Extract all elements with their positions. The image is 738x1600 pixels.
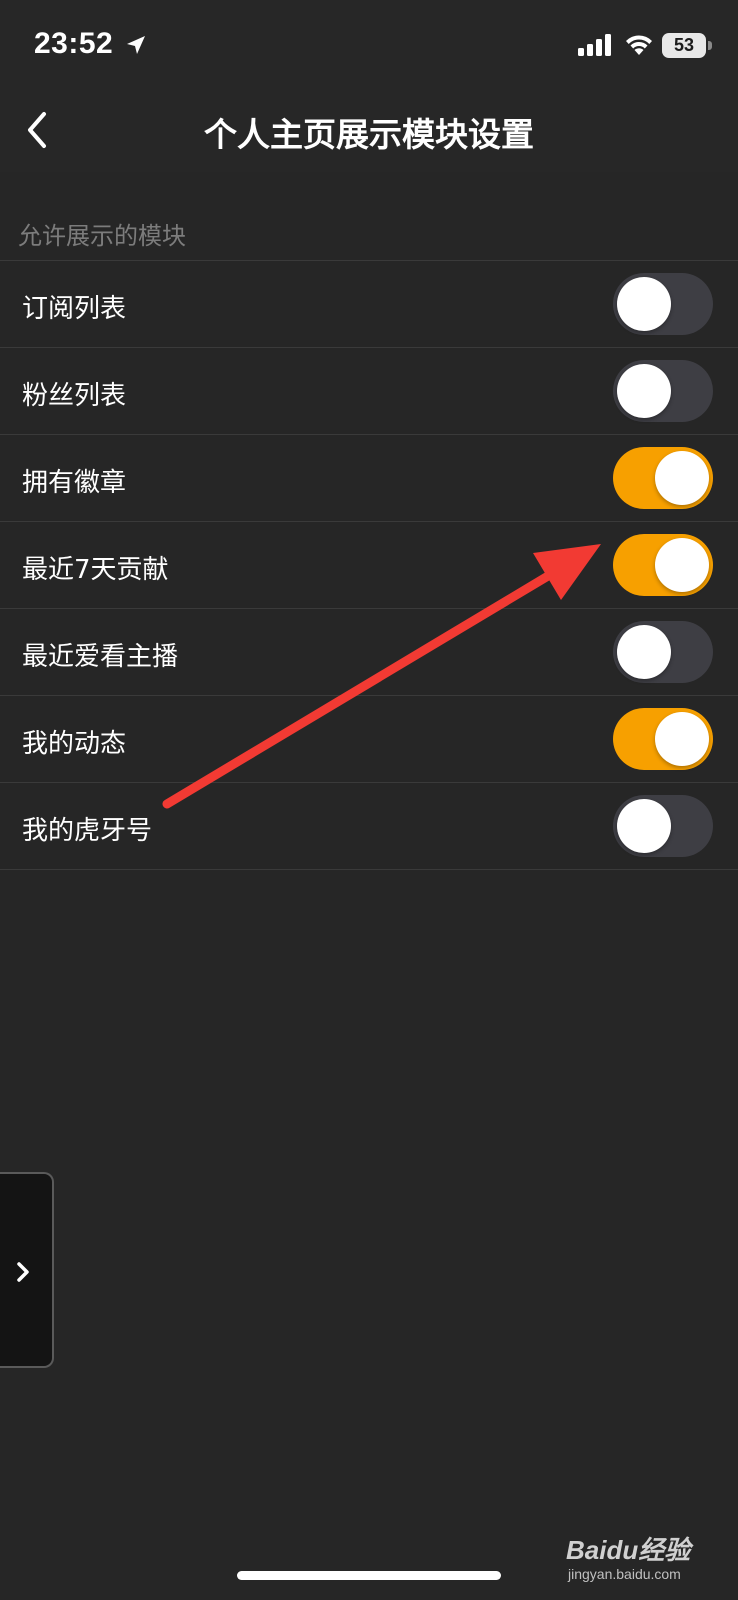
module-label: 我的动态 [22,729,127,759]
watermark: Baidu经验 jingyan.baidu.com [566,1526,726,1586]
location-arrow-icon [127,36,145,54]
toggle-knob [617,625,671,679]
battery-level: 53 [662,33,706,58]
module-row: 订阅列表 [0,261,738,348]
module-row: 我的动态 [0,696,738,783]
toggle-knob [655,712,709,766]
module-label: 订阅列表 [22,294,127,324]
toggle-knob [617,277,671,331]
module-toggle[interactable] [613,534,713,596]
module-toggle[interactable] [613,708,713,770]
signal-bars-icon [578,34,611,56]
toggle-knob [617,799,671,853]
page-title: 个人主页展示模块设置 [204,115,534,154]
chevron-right-icon [17,1262,29,1282]
section-header: 允许展示的模块 [18,222,186,250]
status-time: 23:52 [34,27,114,60]
toggle-knob [655,538,709,592]
module-list: 订阅列表粉丝列表拥有徽章最近7天贡献 最近爱看主播 我的动态我的虎牙号 [0,260,738,870]
module-label: 拥有徽章 [22,468,127,498]
side-drawer-tab[interactable] [0,1172,54,1368]
module-row: 最近7天贡献 [0,522,738,609]
module-row: 最近爱看主播 [0,609,738,696]
battery-cap [708,41,712,50]
navigation-bar: 个人主页展示模块设置 [0,88,738,172]
module-label: 我的虎牙号 [22,816,153,846]
module-row: 粉丝列表 [0,348,738,435]
module-toggle[interactable] [613,621,713,683]
home-indicator [237,1571,501,1580]
watermark-url: jingyan.baidu.com [568,1566,681,1582]
module-label: 最近爱看主播 [22,642,179,672]
status-bar: 23:52 53 [0,0,738,88]
toggle-knob [655,451,709,505]
module-label: 粉丝列表 [22,381,127,411]
toggle-knob [617,364,671,418]
module-toggle[interactable] [613,273,713,335]
settings-content: 允许展示的模块 订阅列表粉丝列表拥有徽章最近7天贡献 最近爱看主播 我的动态我的虎牙… [0,172,738,1600]
module-label: 最近7天贡献 [22,555,169,585]
module-row: 我的虎牙号 [0,783,738,870]
module-toggle[interactable] [613,360,713,422]
module-toggle[interactable] [613,795,713,857]
module-row: 拥有徽章 [0,435,738,522]
wifi-icon [626,35,652,55]
battery-icon: 53 [662,33,712,58]
module-toggle[interactable] [613,447,713,509]
watermark-logo: Baidu经验 [566,1535,691,1565]
